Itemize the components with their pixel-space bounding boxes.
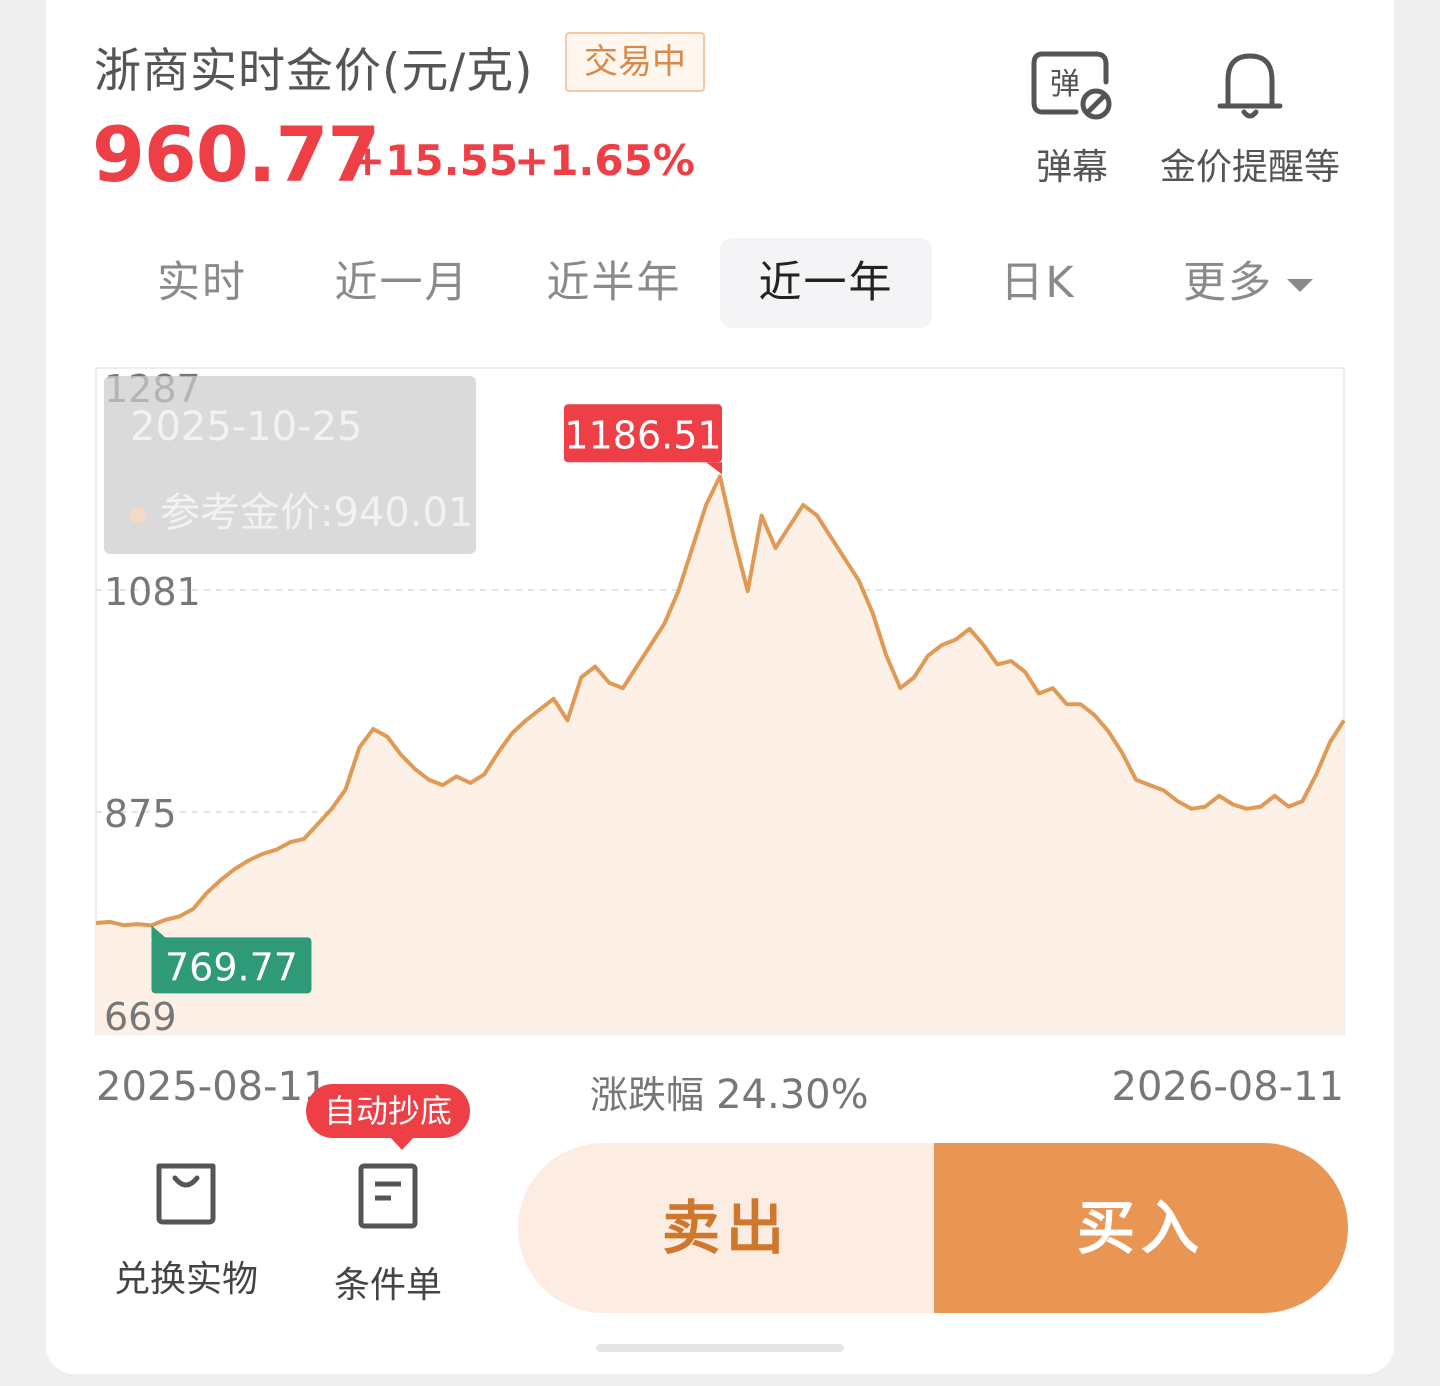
exchange-physical-label: 兑换实物 (113, 1259, 258, 1300)
svg-text:弹: 弹 (1050, 67, 1080, 102)
danmu-icon: 弹 (972, 44, 1172, 124)
tooltip-value-row: 参考金价:940.01 (130, 480, 473, 538)
tab-more[interactable]: 更多 (1142, 238, 1354, 328)
x-axis-end-date: 2026-08-11 (1111, 1064, 1344, 1110)
tab-label: 日K (1000, 258, 1076, 308)
sell-button[interactable]: 卖出 (518, 1143, 934, 1313)
auto-buy-dip-tag[interactable]: 自动抄底 (306, 1084, 471, 1150)
tab-realtime[interactable]: 实时 (96, 238, 308, 328)
tab-one-year[interactable]: 近一年 (720, 238, 932, 328)
current-price: 960.77 (92, 110, 380, 199)
period-tabs: 实时 近一月 近半年 近一年 日K 更多 (96, 238, 1344, 328)
tab-label: 近一月 (334, 258, 470, 308)
tab-one-month[interactable]: 近一月 (296, 238, 508, 328)
shopping-bag-icon (156, 1163, 216, 1225)
danmu-button[interactable]: 弹 弹幕 (972, 44, 1172, 190)
chart-tooltip: 2025-10-25 参考金价:940.01 (104, 376, 476, 554)
tab-daily-k[interactable]: 日K (932, 238, 1144, 328)
series-dot-icon (130, 507, 146, 523)
tooltip-value: 参考金价:940.01 (160, 490, 474, 536)
x-axis-start-date: 2025-08-11 (96, 1064, 329, 1110)
range-change-value: 24.30% (716, 1072, 869, 1118)
chevron-down-icon (1287, 279, 1313, 292)
tab-half-year[interactable]: 近半年 (508, 238, 720, 328)
order-document-icon (358, 1163, 418, 1229)
danmu-label: 弹幕 (1035, 147, 1108, 188)
change-amount: +15.55 (350, 136, 519, 185)
bell-icon (1150, 44, 1350, 124)
conditional-order-button[interactable]: 条件单 (298, 1160, 478, 1308)
status-badge: 交易中 (565, 32, 705, 92)
price-alert-button[interactable]: 金价提醒等 (1150, 44, 1350, 190)
tooltip-date: 2025-10-25 (130, 404, 363, 450)
price-alert-label: 金价提醒等 (1159, 147, 1340, 188)
tab-label: 更多 (1183, 258, 1273, 308)
exchange-physical-button[interactable]: 兑换实物 (96, 1160, 276, 1302)
tab-label: 近半年 (546, 258, 682, 308)
range-change-label: 涨跌幅 (590, 1073, 705, 1117)
buy-button[interactable]: 买入 (934, 1143, 1348, 1313)
tab-label: 实时 (157, 258, 247, 308)
conditional-order-label: 条件单 (333, 1265, 442, 1306)
range-change: 涨跌幅 24.30% (590, 1064, 869, 1119)
page-title: 浙商实时金价(元/克) (94, 44, 534, 99)
change-percent: +1.65% (514, 136, 695, 185)
home-indicator[interactable] (596, 1344, 844, 1352)
tab-label: 近一年 (758, 258, 894, 308)
